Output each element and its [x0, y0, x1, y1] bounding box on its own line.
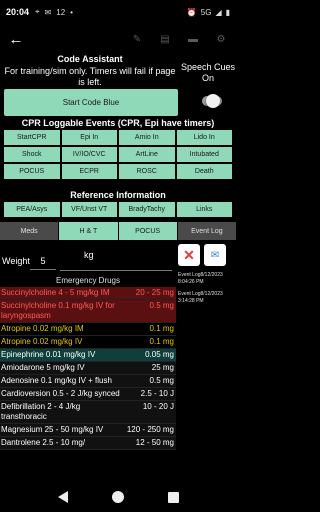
- app-toolbar: ← ✎ ▤ ▬ ⚙: [0, 26, 236, 54]
- status-bar: 20:04 ⌖ ✉ 12 • ⏰ 5G ◢ ▮: [0, 0, 236, 24]
- drug-dose: 25 mg: [151, 363, 174, 372]
- reference-grid: PEA/Asys VF/Unst VT BradyTachy Links: [4, 202, 232, 217]
- status-time: 20:04: [6, 7, 30, 17]
- table-row: Atropine 0.02 mg/kg IV 0.1 mg: [0, 336, 176, 349]
- drug-dose: 0.05 mg: [145, 350, 174, 359]
- chat-icon[interactable]: ▬: [186, 33, 200, 47]
- status-right: ⏰ 5G ◢ ▮: [187, 8, 230, 17]
- epi-in-button[interactable]: Epi In: [61, 130, 117, 145]
- drug-name: Adenosine 0.1 mg/kg IV + flush: [1, 376, 112, 385]
- table-row: Succinylcholine 4 - 5 mg/kg IM 20 - 25 m…: [0, 287, 176, 300]
- speech-cues-toggle[interactable]: [202, 94, 222, 108]
- alarm-icon: ⏰: [186, 7, 197, 17]
- clipboard-icon[interactable]: ▤: [158, 33, 172, 47]
- location-icon: ⌖: [35, 7, 40, 16]
- table-row: Amiodarone 5 mg/kg IV 25 mg: [0, 362, 176, 375]
- start-code-blue-button[interactable]: Start Code Blue: [4, 89, 178, 116]
- artline-button[interactable]: ArtLine: [119, 147, 175, 162]
- weight-input[interactable]: [30, 252, 56, 270]
- notification-icons: ⌖ ✉ 12 •: [35, 7, 73, 17]
- speech-cues-label: Speech Cues On: [180, 62, 236, 83]
- weight-unit: kg: [84, 250, 94, 260]
- amio-in-button[interactable]: Amio In: [119, 130, 175, 145]
- drug-dose: 0.1 mg: [149, 337, 174, 346]
- startcpr-button[interactable]: StartCPR: [4, 130, 60, 145]
- lido-in-button[interactable]: Lido In: [176, 130, 232, 145]
- drug-name: Cardioversion 0.5 - 2 J/kg synced: [1, 389, 120, 398]
- drug-dose: 2.5 - 10 J: [140, 389, 174, 398]
- syringe-icon[interactable]: ✎: [130, 33, 144, 47]
- table-row: Epinephrine 0.01 mg/kg IV 0.05 mg: [0, 349, 176, 362]
- pocus-event-button[interactable]: POCUS: [4, 164, 60, 179]
- links-button[interactable]: Links: [176, 202, 232, 217]
- pea-asys-button[interactable]: PEA/Asys: [4, 202, 60, 217]
- settings-icon[interactable]: ⚙: [214, 33, 228, 47]
- network-label: 5G: [200, 7, 212, 17]
- table-row: Adenosine 0.1 mg/kg IV + flush 0.5 mg: [0, 375, 176, 388]
- intubated-button[interactable]: Intubated: [176, 147, 232, 162]
- drug-dose: 12 - 50 mg: [135, 438, 174, 447]
- drug-name: Defibrillation 2 - 4 J/kg transthoracic: [1, 402, 81, 421]
- back-arrow-icon[interactable]: ←: [8, 30, 24, 50]
- rosc-button[interactable]: ROSC: [119, 164, 175, 179]
- table-row: Succinylcholine 0.1 mg/kg IV for laryngo…: [0, 300, 176, 323]
- shock-button[interactable]: Shock: [4, 147, 60, 162]
- message-icon: ✉: [44, 7, 52, 17]
- brady-tachy-button[interactable]: BradyTachy: [119, 202, 175, 217]
- drug-name: Dantrolene 2.5 - 10 mg/: [1, 438, 86, 447]
- tab-meds[interactable]: Meds: [0, 222, 59, 240]
- drug-name: Succinylcholine 0.1 mg/kg IV for laryngo…: [1, 301, 115, 320]
- emergency-drugs-header: Emergency Drugs: [55, 276, 121, 285]
- death-button[interactable]: Death: [176, 164, 232, 179]
- battery-icon: ▮: [225, 7, 230, 17]
- drug-name: Amiodarone 5 mg/kg IV: [1, 363, 85, 372]
- nav-recents-icon[interactable]: [167, 491, 179, 503]
- unit-underline: [60, 270, 172, 271]
- iv-io-cvc-button[interactable]: IV/IO/CVC: [61, 147, 117, 162]
- drug-dose: 20 - 25 mg: [135, 288, 174, 297]
- nav-back-icon[interactable]: [57, 491, 68, 503]
- close-icon[interactable]: ✕: [178, 244, 200, 266]
- event-log-entry: Event Log8/12/2023 8:04:26 PM: [178, 272, 223, 285]
- code-assistant-disclaimer: For training/sim only. Timers will fail …: [4, 66, 176, 87]
- drug-name: Succinylcholine 4 - 5 mg/kg IM: [1, 288, 110, 297]
- weight-label: Weight:: [2, 256, 33, 266]
- email-icon[interactable]: ✉: [204, 244, 226, 266]
- vf-unst-vt-button[interactable]: VF/Unst VT: [61, 202, 117, 217]
- code-assistant-title: Code Assistant: [57, 54, 123, 64]
- table-row: Dantrolene 2.5 - 10 mg/ 12 - 50 mg: [0, 437, 176, 450]
- ecpr-button[interactable]: ECPR: [61, 164, 117, 179]
- tab-event-log[interactable]: Event Log: [177, 222, 236, 240]
- cpr-events-grid: StartCPR Epi In Amio In Lido In Shock IV…: [4, 130, 232, 179]
- event-log-entry: Event Log8/12/2023 3:14:28 PM: [178, 291, 223, 304]
- nav-home-icon[interactable]: [111, 491, 124, 503]
- drug-name: Atropine 0.02 mg/kg IM: [1, 324, 84, 333]
- tab-pocus[interactable]: POCUS: [118, 222, 177, 240]
- event-log-list: Event Log8/12/2023 8:04:26 PM Event Log8…: [178, 272, 236, 310]
- notification-count: 12: [56, 7, 66, 17]
- drug-dose: 0.5 mg: [149, 376, 174, 385]
- reference-title: Reference Information: [70, 190, 166, 200]
- table-row: Cardioversion 0.5 - 2 J/kg synced 2.5 - …: [0, 388, 176, 401]
- table-row: Magnesium 25 - 50 mg/kg IV 120 - 250 mg: [0, 424, 176, 437]
- signal-icon: ◢: [215, 7, 222, 17]
- system-nav-bar: [0, 482, 236, 512]
- emergency-drugs-table: Succinylcholine 4 - 5 mg/kg IM 20 - 25 m…: [0, 287, 176, 450]
- drug-dose: 120 - 250 mg: [126, 425, 174, 434]
- toolbar-actions: ✎ ▤ ▬ ⚙: [130, 33, 228, 47]
- cpr-events-title: CPR Loggable Events (CPR, Epi have timer…: [21, 118, 215, 128]
- drug-name: Atropine 0.02 mg/kg IV: [1, 337, 83, 346]
- bottom-tabs: Meds H & T POCUS Event Log: [0, 222, 236, 240]
- toggle-knob: [206, 94, 220, 108]
- drug-name: Epinephrine 0.01 mg/kg IV: [1, 350, 96, 359]
- table-row: Atropine 0.02 mg/kg IM 0.1 mg: [0, 323, 176, 336]
- dot-icon: •: [70, 7, 73, 17]
- table-row: Defibrillation 2 - 4 J/kg transthoracic …: [0, 401, 176, 424]
- drug-dose: 10 - 20 J: [142, 402, 174, 411]
- drug-dose: 0.5 mg: [149, 301, 174, 310]
- drug-dose: 0.1 mg: [149, 324, 174, 333]
- drug-name: Magnesium 25 - 50 mg/kg IV: [1, 425, 104, 434]
- tab-h-and-t[interactable]: H & T: [59, 222, 118, 240]
